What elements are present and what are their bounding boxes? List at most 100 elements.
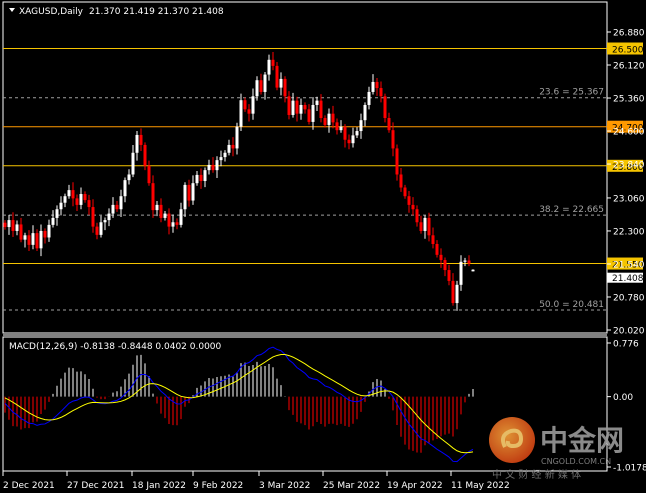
bear-candle [283, 78, 287, 97]
bull-candle [107, 213, 111, 221]
bull-candle [15, 224, 19, 231]
bear-candle [271, 59, 275, 66]
bear-candle [175, 222, 179, 225]
bull-candle [123, 180, 127, 197]
bear-candle [399, 174, 403, 188]
price-tick-label: 26.880 [613, 29, 645, 39]
bear-candle [343, 126, 347, 140]
horizontal-levels: 26.50024.70023.80021.55021.408 [3, 42, 644, 284]
bull-candle [359, 120, 363, 132]
bull-candle [459, 261, 463, 285]
price-panel-frame [2, 1, 608, 334]
price-tick-label: 20.020 [613, 327, 645, 337]
bear-candle [435, 243, 439, 255]
price-tick-label: 22.300 [613, 227, 645, 237]
time-tick-label: 18 Jan 2022 [132, 481, 186, 491]
bull-candle [223, 152, 227, 158]
bull-candle [47, 224, 51, 238]
bull-candle [367, 91, 371, 105]
fib-label: 23.6 = 25.367 [539, 88, 604, 98]
bear-candle [403, 187, 407, 197]
time-tick-label: 3 Mar 2022 [259, 481, 310, 491]
bull-candle [267, 59, 271, 75]
ohlc-readout: 21.370 21.419 21.370 21.408 [89, 7, 224, 17]
bear-candle [35, 233, 39, 249]
bull-candle [311, 104, 315, 122]
bull-candle [219, 157, 223, 161]
price-tick-label: 24.600 [613, 128, 645, 138]
bear-candle [199, 174, 203, 181]
bear-candle [159, 204, 163, 218]
bear-candle [419, 222, 423, 231]
bear-candle [75, 198, 79, 205]
bull-candle [103, 220, 107, 223]
bull-candle [7, 220, 11, 228]
bull-candle [263, 74, 267, 92]
bear-candle [87, 200, 91, 208]
bear-candle [323, 118, 327, 125]
time-axis[interactable]: 2 Dec 2021 27 Dec 2021 18 Jan 2022 9 Feb 20… [2, 471, 510, 491]
bear-candle [335, 122, 339, 131]
bear-candle [467, 260, 471, 264]
bear-candle [151, 183, 155, 211]
bull-candle [179, 209, 183, 225]
bull-candle [51, 217, 55, 225]
price-tick-label: 26.120 [613, 62, 645, 72]
bull-candle [423, 217, 427, 231]
time-tick-label: 2 Dec 2021 [3, 481, 55, 491]
bear-candle [231, 144, 235, 149]
bull-candle [163, 213, 167, 218]
bear-candle [143, 144, 147, 166]
dropdown-triangle-icon[interactable] [9, 8, 15, 12]
bull-candle [79, 194, 83, 205]
bear-candle [115, 204, 119, 210]
price-axis[interactable]: 26.880 26.120 25.360 24.600 23.840 23.060 22.3… [607, 29, 645, 337]
price-tick-label: 20.780 [613, 293, 645, 303]
bull-candle [203, 170, 207, 181]
bull-candle [239, 100, 243, 127]
bear-candle [71, 190, 75, 199]
bull-candle [463, 260, 467, 262]
bear-candle [83, 194, 87, 201]
bear-candle [95, 226, 99, 235]
bear-candle [395, 148, 399, 175]
bear-candle [391, 130, 395, 149]
bear-candle [91, 207, 95, 227]
bull-candle [59, 202, 63, 210]
bull-candle [315, 100, 319, 105]
candles [3, 51, 475, 311]
current-price-label: 21.408 [612, 274, 644, 284]
bear-candle [415, 209, 419, 223]
bull-candle [127, 174, 131, 181]
bull-candle [119, 196, 123, 210]
watermark-brand: 中金网 [540, 424, 624, 457]
bull-candle [371, 81, 375, 92]
bear-candle [27, 235, 31, 245]
time-tick-label: 9 Feb 2022 [193, 481, 243, 491]
bull-candle [191, 183, 195, 201]
bear-candle [347, 139, 351, 144]
bear-candle [331, 113, 335, 123]
bull-candle [355, 131, 359, 136]
level-price-label: 26.500 [612, 46, 644, 56]
macd-tick-label: 0.776 [613, 340, 639, 350]
bear-candle [439, 254, 443, 261]
bear-candle [139, 134, 143, 145]
bull-candle [227, 144, 231, 153]
bull-candle [327, 113, 331, 125]
bull-candle [63, 196, 67, 203]
trading-chart[interactable]: 26.50024.70023.80021.55021.408 23.6 = 25… [0, 0, 646, 493]
bull-candle [23, 235, 27, 240]
fibonacci-levels: 23.6 = 25.367 38.2 = 22.665 50.0 = 20.481 [3, 88, 607, 311]
bull-candle [207, 164, 211, 171]
bear-candle [275, 65, 279, 88]
bull-candle [135, 134, 139, 153]
bear-candle [19, 224, 23, 240]
bull-candle [339, 126, 343, 131]
macd-title: MACD(12,26,9) -0.8138 -0.8448 0.0402 0.0… [9, 342, 222, 352]
bull-candle [363, 104, 367, 121]
bull-candle [195, 174, 199, 184]
bear-candle [3, 222, 7, 228]
bear-candle [307, 109, 311, 122]
bull-candle [55, 209, 59, 218]
